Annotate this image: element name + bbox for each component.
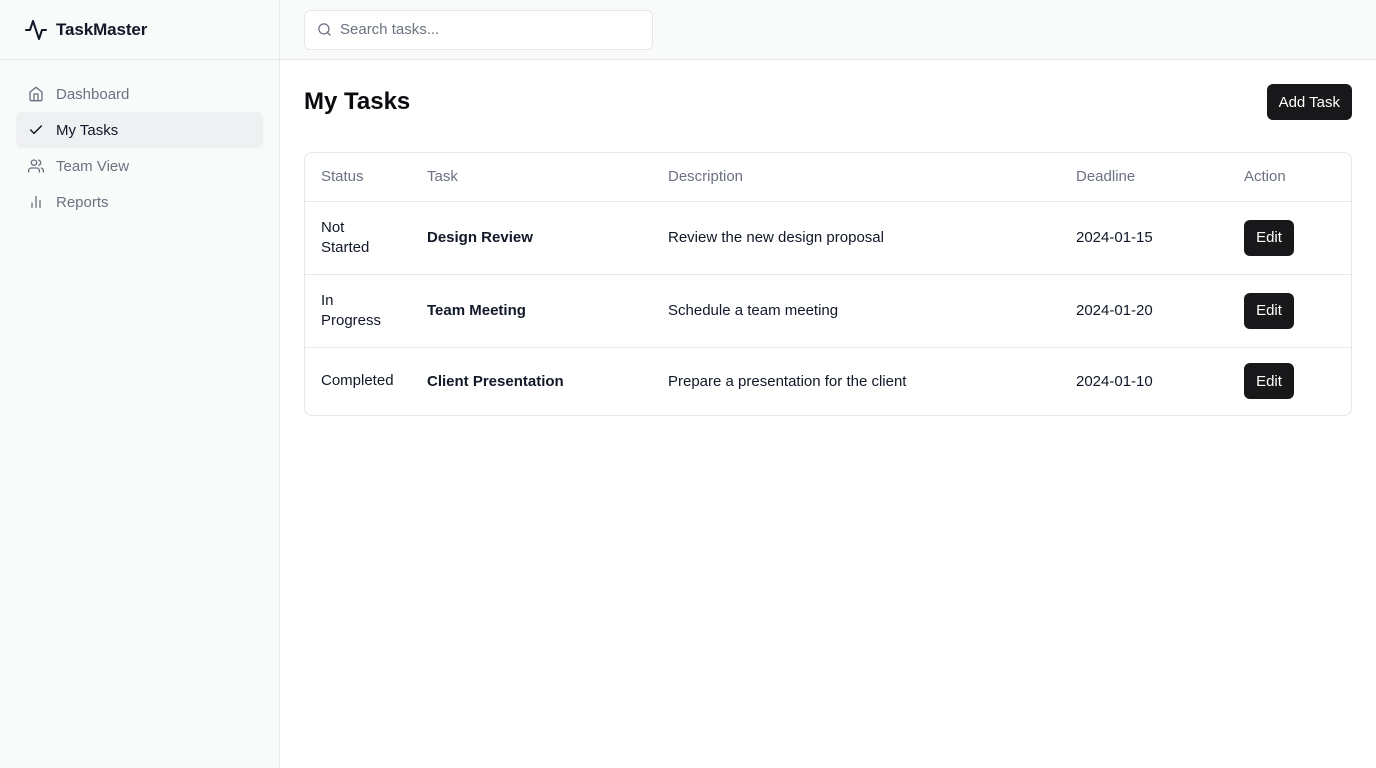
sidebar-nav: Dashboard My Tasks Team View Reports (0, 60, 279, 236)
task-description: Review the new design proposal (652, 201, 1060, 275)
add-task-button[interactable]: Add Task (1266, 84, 1352, 120)
app-root: TaskMaster Dashboard My Tasks Team View … (0, 0, 1376, 768)
edit-task-button[interactable]: Edit (1244, 292, 1294, 329)
activity-pulse-icon (24, 18, 48, 42)
task-deadline: 2024-01-20 (1060, 274, 1228, 348)
search-box[interactable] (304, 9, 653, 50)
task-deadline: 2024-01-10 (1076, 372, 1153, 390)
task-name: Team Meeting (411, 274, 652, 348)
edit-task-button[interactable]: Edit (1244, 219, 1294, 256)
check-icon (28, 122, 44, 138)
table-row: Not Started Design Review Review the new… (305, 201, 1351, 275)
search-icon (316, 22, 332, 38)
task-description: Schedule a team meeting (652, 274, 1060, 348)
task-action-cell: Edit (1228, 347, 1351, 415)
brand[interactable]: TaskMaster (0, 0, 279, 60)
app-name: TaskMaster (56, 19, 148, 39)
column-header-action: Action (1228, 153, 1351, 202)
column-header-status: Status (305, 153, 411, 202)
column-header-description: Description (652, 153, 1060, 202)
page-header: My Tasks Add Task (304, 84, 1352, 120)
bar-chart-icon (28, 194, 44, 210)
sidebar-item-label: Team View (56, 157, 130, 175)
home-icon (28, 86, 44, 102)
sidebar-item-my-tasks[interactable]: My Tasks (16, 112, 263, 148)
task-action-cell: Edit (1228, 274, 1351, 348)
task-status: In Progress (305, 274, 411, 348)
page-content: My Tasks Add Task Status Task Descriptio… (280, 60, 1376, 440)
sidebar-item-label: Reports (56, 193, 109, 211)
task-name: Client Presentation (427, 372, 564, 390)
top-bar (280, 0, 1376, 60)
tasks-table-card: Status Task Description Deadline Action … (304, 152, 1352, 416)
task-action-cell: Edit (1228, 201, 1351, 275)
page-title: My Tasks (304, 88, 411, 115)
task-name: Design Review (411, 201, 652, 275)
sidebar-item-label: Dashboard (56, 85, 130, 103)
table-row: Completed Client Presentation Prepare a … (305, 347, 1351, 415)
column-header-deadline: Deadline (1060, 153, 1228, 202)
column-header-task: Task (411, 153, 652, 202)
sidebar: TaskMaster Dashboard My Tasks Team View … (0, 0, 280, 768)
task-status: Completed (321, 372, 394, 390)
task-description: Prepare a presentation for the client (668, 372, 907, 390)
sidebar-item-reports[interactable]: Reports (16, 184, 263, 220)
sidebar-item-dashboard[interactable]: Dashboard (16, 76, 263, 112)
tasks-table: Status Task Description Deadline Action … (305, 153, 1351, 415)
sidebar-item-label: My Tasks (56, 121, 119, 139)
table-header-row: Status Task Description Deadline Action (305, 153, 1351, 202)
sidebar-item-team-view[interactable]: Team View (16, 148, 263, 184)
main-area: My Tasks Add Task Status Task Descriptio… (280, 0, 1376, 768)
search-input[interactable] (340, 21, 630, 38)
table-row: In Progress Team Meeting Schedule a team… (305, 274, 1351, 348)
edit-task-button[interactable]: Edit (1244, 363, 1294, 400)
task-deadline: 2024-01-15 (1060, 201, 1228, 275)
users-icon (28, 158, 44, 174)
task-status: Not Started (305, 201, 411, 275)
